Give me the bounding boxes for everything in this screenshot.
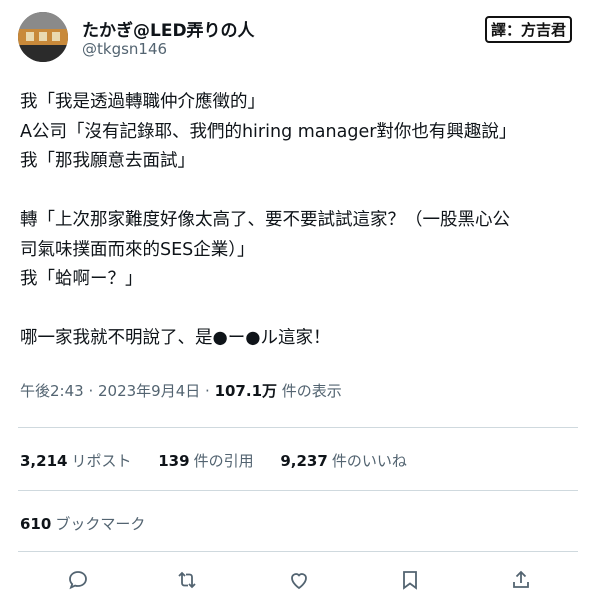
bookmark-icon[interactable] bbox=[398, 568, 426, 596]
divider bbox=[18, 427, 578, 428]
tweet-line: A公司「沒有記錄耶、我們的hiring manager對你也有興趣說」 bbox=[20, 121, 517, 142]
avatar[interactable] bbox=[18, 12, 68, 62]
likes-stat[interactable]: 9,237 件のいいね bbox=[280, 452, 406, 470]
views-count: 107.1万 bbox=[214, 382, 278, 400]
action-bar bbox=[0, 568, 598, 598]
tweet-line: 司氣味撲面而來的SES企業）」 bbox=[20, 239, 255, 260]
like-icon[interactable] bbox=[287, 568, 315, 596]
share-icon[interactable] bbox=[509, 568, 537, 596]
reply-icon[interactable] bbox=[66, 568, 94, 596]
bookmarks-label: ブックマーク bbox=[55, 515, 146, 533]
engagement-stats: 3,214 リポスト 139 件の引用 9,237 件のいいね bbox=[20, 450, 429, 471]
likes-label: 件のいいね bbox=[331, 452, 407, 470]
tweet-line: 哪一家我就不明說了、是●ー●ル這家！ bbox=[20, 328, 331, 348]
bookmarks-stat[interactable]: 610 ブックマーク bbox=[20, 513, 145, 534]
user-handle[interactable]: @tkgsn146 bbox=[82, 40, 167, 58]
quotes-stat[interactable]: 139 件の引用 bbox=[158, 452, 253, 470]
tweet-line: 我「蛤啊ー？」 bbox=[20, 269, 143, 289]
tweet-line: 我「我是透過轉職仲介應徵的」 bbox=[20, 92, 265, 112]
tweet-meta: 午後2:43 · 2023年9月4日 · 107.1万 件の表示 bbox=[20, 380, 342, 401]
retweets-count: 3,214 bbox=[20, 452, 68, 470]
translator-watermark: 譯：方吉君 bbox=[484, 16, 572, 43]
tweet-line: 轉「上次那家難度好像太高了、要不要試試這家？（一股黑心公 bbox=[20, 210, 510, 230]
tweet-text: 我「我是透過轉職仲介應徵的」 A公司「沒有記錄耶、我們的hiring manag… bbox=[20, 88, 590, 354]
quotes-count: 139 bbox=[158, 452, 190, 470]
retweets-label: リポスト bbox=[71, 452, 132, 470]
divider bbox=[18, 490, 578, 491]
tweet-line: 我「那我願意去面試」 bbox=[20, 151, 195, 171]
retweets-stat[interactable]: 3,214 リポスト bbox=[20, 452, 131, 470]
retweet-icon[interactable] bbox=[175, 568, 203, 596]
display-name[interactable]: たかぎ@LED弄りの人 bbox=[82, 16, 255, 41]
views-label: 件の表示 bbox=[277, 382, 342, 400]
divider bbox=[18, 551, 578, 552]
bookmarks-count: 610 bbox=[20, 515, 52, 533]
likes-count: 9,237 bbox=[280, 452, 328, 470]
tweet-timestamp[interactable]: 午後2:43 · 2023年9月4日 · bbox=[20, 382, 215, 400]
quotes-label: 件の引用 bbox=[193, 452, 254, 470]
